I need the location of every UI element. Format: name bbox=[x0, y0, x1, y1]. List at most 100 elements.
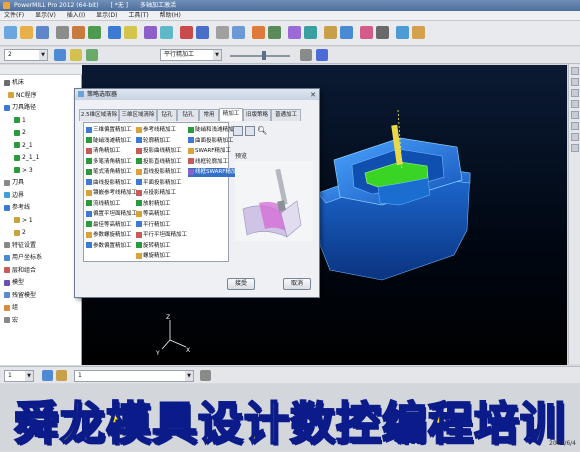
open-icon[interactable] bbox=[20, 26, 33, 39]
view-top-icon[interactable] bbox=[571, 78, 579, 86]
measure-icon[interactable] bbox=[324, 26, 337, 39]
workplane-icon[interactable] bbox=[340, 26, 353, 39]
accept-button[interactable]: 接受 bbox=[227, 278, 255, 290]
search-icon[interactable]: 🔍︎ bbox=[257, 126, 267, 136]
strategy-item[interactable]: 最佳等高精加工 bbox=[86, 221, 132, 230]
verify-icon[interactable] bbox=[160, 26, 173, 39]
strategy-item[interactable]: SWARF精加工 bbox=[188, 147, 231, 156]
view-front-icon[interactable] bbox=[571, 89, 579, 97]
help-icon[interactable] bbox=[412, 26, 425, 39]
menu-view[interactable]: 显示(V) bbox=[35, 12, 56, 19]
tree-item[interactable]: 残留模型 bbox=[4, 291, 36, 300]
strategy-item[interactable]: 投影直线精加工 bbox=[136, 158, 182, 167]
tool-selector[interactable]: 1 ▼ bbox=[74, 370, 194, 382]
tab-finishing[interactable]: 精加工 bbox=[219, 108, 243, 121]
strategy-item[interactable]: 参数偏置精加工 bbox=[86, 242, 132, 251]
block-icon[interactable] bbox=[56, 26, 69, 39]
menu-help[interactable]: 帮助(H) bbox=[160, 12, 181, 19]
tab-legacy[interactable]: 旧版策略 bbox=[243, 109, 271, 121]
simulate-icon[interactable] bbox=[144, 26, 157, 39]
tab-2-5d-area-clearance[interactable]: 2.5维区域清除 bbox=[79, 109, 119, 121]
tab-common[interactable]: 常用 bbox=[199, 109, 219, 121]
menu-tools[interactable]: 工具(T) bbox=[128, 12, 148, 19]
tree-item[interactable]: 2_1 bbox=[14, 141, 33, 150]
save-icon[interactable] bbox=[36, 26, 49, 39]
view-iso-icon[interactable] bbox=[268, 26, 281, 39]
strategy-item[interactable]: 陡峭浅滩精加工 bbox=[86, 137, 132, 146]
strategy-item[interactable]: 平行平坦面精加工 bbox=[136, 231, 187, 240]
tool-edit-icon[interactable] bbox=[56, 370, 67, 381]
menu-insert[interactable]: 插入(I) bbox=[67, 12, 85, 19]
activate-icon[interactable] bbox=[54, 49, 66, 61]
tree-item[interactable]: 组 bbox=[4, 303, 18, 312]
tool-icon[interactable] bbox=[72, 26, 85, 39]
tree-item[interactable]: 刀具 bbox=[4, 178, 24, 187]
status-combo[interactable]: 1 ▼ bbox=[4, 370, 34, 382]
tree-item[interactable]: 层和组合 bbox=[4, 266, 36, 275]
tool-display-icon[interactable] bbox=[42, 370, 53, 381]
strategy-item[interactable]: 螺旋精加工 bbox=[136, 252, 171, 261]
strategy-item[interactable]: 清角精加工 bbox=[86, 147, 121, 156]
zoom-icon[interactable] bbox=[252, 26, 265, 39]
tree-item[interactable]: 机床 bbox=[4, 78, 24, 87]
levels-icon[interactable] bbox=[360, 26, 373, 39]
strategy-item[interactable]: 陡峭和浅滩精加工 bbox=[188, 126, 239, 135]
tab-drilling[interactable]: 钻孔 bbox=[157, 109, 177, 121]
strategy-item[interactable]: 线框轮廓加工 bbox=[188, 158, 228, 167]
view-top-icon[interactable] bbox=[288, 26, 301, 39]
view-iso-icon[interactable] bbox=[571, 67, 579, 75]
close-icon[interactable]: ✕ bbox=[310, 90, 316, 101]
tab-3d-area-clearance[interactable]: 三维区域清除 bbox=[119, 109, 157, 121]
strategy-item[interactable]: 参考线精加工 bbox=[136, 126, 176, 135]
strategy-item[interactable]: 平行精加工 bbox=[136, 221, 171, 230]
strategy-item[interactable]: 流线精加工 bbox=[86, 200, 121, 209]
fit-icon[interactable] bbox=[571, 133, 579, 141]
strategy-item[interactable]: 镶嵌参考线精加工 bbox=[86, 189, 137, 198]
tree-item[interactable]: 2 bbox=[14, 228, 26, 237]
new-icon[interactable] bbox=[4, 26, 17, 39]
tree-item[interactable]: 2_1_1 bbox=[14, 153, 39, 162]
display-icon[interactable] bbox=[316, 49, 328, 61]
strategy-item[interactable]: 轮廓精加工 bbox=[136, 137, 171, 146]
tree-item[interactable]: 刀具路径 bbox=[4, 103, 36, 112]
lock-icon[interactable] bbox=[300, 49, 312, 61]
tree-item[interactable]: NC程序 bbox=[8, 91, 37, 100]
refresh-icon[interactable] bbox=[396, 26, 409, 39]
strategy-item[interactable]: 点投影精加工 bbox=[136, 189, 176, 198]
strategy-item[interactable]: 旋转精加工 bbox=[136, 242, 171, 251]
tree-item[interactable]: > 3 bbox=[14, 166, 33, 175]
tree-item[interactable]: 1 bbox=[14, 116, 26, 125]
tree-item[interactable]: 边界 bbox=[4, 191, 24, 200]
strategy-item[interactable]: 等高精加工 bbox=[136, 210, 171, 219]
tree-item[interactable]: 2 bbox=[14, 128, 26, 137]
strategy-item[interactable]: 投影曲线精加工 bbox=[136, 147, 182, 156]
shade-icon[interactable] bbox=[571, 144, 579, 152]
strategy-selector[interactable]: 平行精加工 ▼ bbox=[160, 49, 222, 61]
edit-icon[interactable] bbox=[70, 49, 82, 61]
large-icons-icon[interactable] bbox=[233, 126, 243, 136]
rapid-icon[interactable] bbox=[196, 26, 209, 39]
strategy-item[interactable]: 多笔清角精加工 bbox=[86, 158, 132, 167]
strategy-item[interactable]: 直线投影精加工 bbox=[136, 168, 182, 177]
menu-display[interactable]: 显示(D) bbox=[96, 12, 117, 19]
boundary-icon[interactable] bbox=[108, 26, 121, 39]
strategy-item[interactable]: 参数螺旋精加工 bbox=[86, 231, 132, 240]
slider-handle[interactable] bbox=[262, 51, 266, 60]
wireframe-icon[interactable] bbox=[216, 26, 229, 39]
tab-drilling-2[interactable]: 钻孔 bbox=[177, 109, 199, 121]
tree-item[interactable]: 参考线 bbox=[4, 203, 30, 212]
tree-item[interactable]: 模型 bbox=[4, 278, 24, 287]
zoom-out-icon[interactable] bbox=[571, 122, 579, 130]
toolpath-icon[interactable] bbox=[88, 26, 101, 39]
strategy-item[interactable]: 平面投影精加工 bbox=[136, 179, 182, 188]
tolerance-slider[interactable] bbox=[230, 55, 290, 57]
options-icon[interactable] bbox=[376, 26, 389, 39]
axis-icon[interactable] bbox=[200, 370, 211, 381]
tab-general[interactable]: 普通加工 bbox=[271, 109, 301, 121]
calculate-icon[interactable] bbox=[86, 49, 98, 61]
shaded-icon[interactable] bbox=[232, 26, 245, 39]
strategy-item[interactable]: 偏置平坦面精加工 bbox=[86, 210, 137, 219]
toolpath-selector[interactable]: 2 ▼ bbox=[4, 49, 48, 61]
strategy-item[interactable]: 线框SWARF精加工 bbox=[188, 168, 242, 177]
tree-item[interactable]: > 1 bbox=[14, 216, 33, 225]
